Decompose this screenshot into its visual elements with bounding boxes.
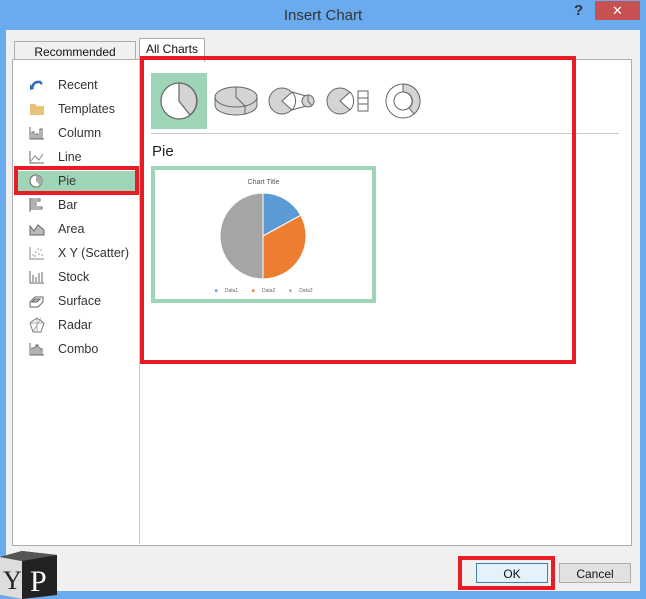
highlight-chart-area [140, 56, 576, 364]
sidebar-item-combo[interactable]: Combo [28, 339, 98, 359]
stock-chart-icon [29, 271, 44, 284]
sidebar-item-scatter[interactable]: X Y (Scatter) [28, 243, 129, 263]
radar-chart-icon [29, 317, 45, 333]
watermark-y: Y [3, 566, 22, 595]
sidebar-item-label: Combo [58, 342, 99, 356]
column-chart-icon [29, 127, 44, 140]
watermark-p: P [30, 565, 47, 598]
sidebar-item-radar[interactable]: Radar [28, 315, 92, 335]
sidebar-item-label: Surface [58, 294, 102, 308]
sidebar-item-label: Stock [58, 270, 90, 284]
combo-chart-icon [29, 343, 44, 356]
sidebar-item-label: Templates [58, 102, 115, 116]
sidebar-item-label: Bar [58, 198, 78, 212]
watermark-logo: Y P [0, 551, 57, 599]
sidebar-item-recent[interactable]: Recent [28, 75, 98, 95]
sidebar-item-label: Area [58, 222, 85, 236]
sidebar-item-stock[interactable]: Stock [28, 267, 89, 287]
title-bar: Insert Chart ? ✕ [0, 0, 646, 30]
sidebar-item-bar[interactable]: Bar [28, 195, 77, 215]
tab-recommended-charts[interactable]: Recommended Charts [14, 41, 136, 79]
highlight-pie-item [14, 166, 139, 195]
sidebar-item-label: Column [58, 126, 102, 140]
sidebar-item-label: Radar [58, 318, 93, 332]
recent-icon [30, 80, 43, 90]
sidebar-item-line[interactable]: Line [28, 147, 82, 167]
sidebar-item-label: X Y (Scatter) [58, 246, 130, 260]
close-button[interactable]: ✕ [595, 1, 640, 20]
folder-icon [30, 104, 44, 115]
bar-chart-icon [29, 198, 43, 212]
sidebar-item-column[interactable]: Column [28, 123, 101, 143]
sidebar-item-area[interactable]: Area [28, 219, 84, 239]
help-button[interactable]: ? [574, 2, 583, 19]
sidebar-item-surface[interactable]: Surface [28, 291, 101, 311]
sidebar-item-label: Recent [58, 78, 98, 92]
scatter-chart-icon [29, 247, 44, 260]
surface-chart-icon [29, 296, 44, 308]
cancel-button[interactable]: Cancel [559, 563, 631, 583]
sidebar-item-templates[interactable]: Templates [28, 99, 115, 119]
sidebar-item-label: Line [58, 150, 82, 164]
dialog-title: Insert Chart [283, 7, 363, 24]
line-chart-icon [29, 151, 44, 164]
area-chart-icon [29, 224, 45, 236]
ok-button[interactable]: OK [476, 563, 548, 583]
